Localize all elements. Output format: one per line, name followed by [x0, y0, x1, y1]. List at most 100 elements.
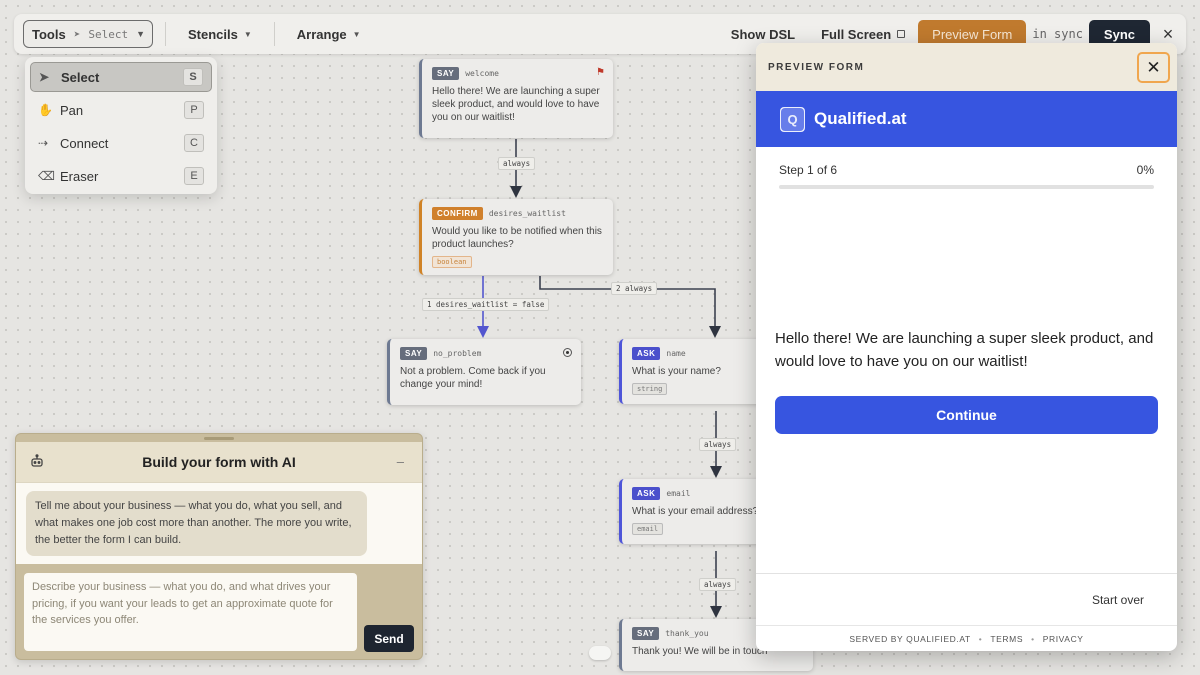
node-desires-waitlist[interactable]: CONFIRM desires_waitlist Would you like … — [419, 199, 613, 275]
show-dsl-label: Show DSL — [730, 26, 796, 42]
node-text: Not a problem. Come back if you change y… — [400, 366, 546, 390]
node-id: welcome — [465, 69, 499, 78]
menu-item-label: Eraser — [60, 168, 99, 184]
business-description-input[interactable]: Describe your business — what you do, an… — [24, 573, 357, 651]
node-id: thank_you — [665, 629, 709, 638]
hand-icon: ✋ — [38, 103, 53, 117]
tools-menu: ➤ Select S ✋ Pan P ⇢ Connect C ⌫ Eraser … — [25, 57, 217, 194]
ai-panel-header: Build your form with AI – — [16, 442, 422, 482]
connect-arrow-icon: ⇢ — [38, 136, 49, 150]
fullscreen-icon — [897, 30, 906, 38]
shortcut-key: S — [183, 68, 203, 86]
preview-footer: SERVED BY QUALIFIED.AT • TERMS • PRIVACY — [756, 625, 1177, 651]
cursor-icon: ➤ — [39, 70, 50, 84]
sync-status: in sync — [1032, 27, 1083, 41]
send-button[interactable]: Send — [364, 625, 414, 652]
canvas-toggle[interactable] — [589, 646, 611, 660]
start-over-link[interactable]: Start over — [1092, 593, 1144, 607]
arrowhead-icon — [710, 606, 722, 618]
preview-header: PREVIEW FORM ✕ — [756, 43, 1177, 91]
minimize-icon[interactable]: – — [397, 454, 404, 469]
ai-builder-panel: Build your form with AI – Tell me about … — [15, 433, 423, 660]
data-type-chip: email — [632, 523, 664, 535]
node-no-problem[interactable]: SAY no_problem Not a problem. Come back … — [387, 339, 581, 405]
tools-menu-item-pan[interactable]: ✋ Pan P — [30, 95, 212, 125]
close-icon[interactable]: ✕ — [1137, 52, 1170, 83]
shortcut-key: P — [184, 101, 204, 119]
separator: • — [1031, 633, 1035, 644]
chevron-down-icon: ▼ — [352, 29, 361, 39]
stencils-label: Stencils — [188, 26, 238, 42]
assistant-message: Tell me about your business — what you d… — [26, 491, 367, 557]
show-dsl-button[interactable]: Show DSL — [718, 27, 808, 42]
tools-dropdown-button[interactable]: Tools ➤ Select ▼ — [23, 20, 153, 48]
preview-title: PREVIEW FORM — [768, 61, 865, 73]
node-type-badge: SAY — [632, 627, 660, 640]
node-text: Hello there! We are launching a super sl… — [432, 86, 600, 123]
progress-bar — [779, 185, 1154, 189]
node-type-badge: SAY — [432, 67, 460, 80]
start-flag-icon: ⚑ — [596, 67, 605, 78]
arrowhead-icon — [709, 326, 721, 338]
chevron-down-icon: ▼ — [136, 29, 145, 39]
arrange-label: Arrange — [296, 26, 347, 42]
node-id: no_problem — [433, 349, 482, 358]
node-type-badge: ASK — [632, 487, 661, 500]
edge-label[interactable]: always — [699, 578, 737, 591]
tools-label: Tools — [32, 26, 66, 42]
ai-chat-area: Tell me about your business — what you d… — [16, 482, 422, 564]
chevron-down-icon: ▼ — [243, 29, 252, 39]
data-type-chip: string — [632, 383, 668, 395]
brand-logo-letter: Q — [781, 107, 804, 131]
menu-item-label: Pan — [60, 102, 84, 118]
node-id: email — [666, 489, 691, 498]
divider — [756, 573, 1177, 574]
continue-button[interactable]: Continue — [775, 396, 1158, 434]
shortcut-key: C — [184, 134, 204, 152]
stencils-menu[interactable]: Stencils ▼ — [178, 27, 262, 42]
form-message: Hello there! We are launching a super sl… — [775, 330, 1154, 370]
edge-label[interactable]: 1 desires_waitlist = false — [422, 298, 550, 311]
privacy-link[interactable]: PRIVACY — [1043, 634, 1084, 644]
brand-bar: Q Qualified.at — [756, 91, 1177, 147]
node-header: SAY welcome — [432, 67, 603, 80]
full-screen-label: Full Screen — [821, 26, 892, 42]
end-node-icon — [563, 348, 572, 357]
toolbar-divider — [273, 22, 275, 46]
arrowhead-icon — [710, 466, 722, 478]
node-type-badge: SAY — [400, 347, 428, 360]
menu-item-label: Select — [61, 69, 100, 85]
resize-handle[interactable] — [204, 437, 234, 440]
preview-form-modal: PREVIEW FORM ✕ Q Qualified.at Step 1 of … — [756, 43, 1177, 651]
toolbar-divider — [165, 22, 166, 46]
edge-label[interactable]: always — [498, 157, 536, 170]
node-id: desires_waitlist — [488, 209, 566, 218]
progress-percent: 0% — [1136, 163, 1154, 177]
node-header: SAY no_problem — [400, 347, 571, 360]
brand-name: Qualified.at — [814, 109, 907, 128]
data-type-chip: boolean — [432, 256, 472, 268]
arrowhead-icon — [510, 186, 522, 198]
tools-menu-item-select[interactable]: ➤ Select S — [30, 62, 212, 92]
step-indicator: Step 1 of 6 — [779, 163, 838, 177]
node-welcome[interactable]: SAY welcome ⚑ Hello there! We are launch… — [419, 59, 613, 138]
edge-label[interactable]: 2 always — [611, 282, 658, 295]
menu-item-label: Connect — [60, 135, 109, 151]
shortcut-key: E — [184, 167, 204, 185]
tools-menu-item-connect[interactable]: ⇢ Connect C — [30, 128, 212, 158]
arrange-menu[interactable]: Arrange ▼ — [287, 27, 371, 42]
node-header: CONFIRM desires_waitlist — [432, 207, 603, 220]
close-icon[interactable]: × — [1150, 24, 1186, 45]
tools-current-value: Select — [88, 27, 129, 41]
tools-menu-item-eraser[interactable]: ⌫ Eraser E — [30, 161, 212, 191]
ai-panel-title: Build your form with AI — [142, 454, 296, 470]
full-screen-button[interactable]: Full Screen — [808, 27, 918, 42]
terms-link[interactable]: TERMS — [990, 634, 1023, 644]
pointer-icon: ➤ — [73, 27, 81, 41]
eraser-icon: ⌫ — [38, 169, 55, 183]
robot-icon — [30, 454, 44, 471]
arrowhead-icon — [477, 326, 489, 338]
node-type-badge: CONFIRM — [432, 207, 483, 220]
node-text: Would you like to be notified when this … — [432, 226, 602, 250]
edge-label[interactable]: always — [699, 438, 737, 451]
